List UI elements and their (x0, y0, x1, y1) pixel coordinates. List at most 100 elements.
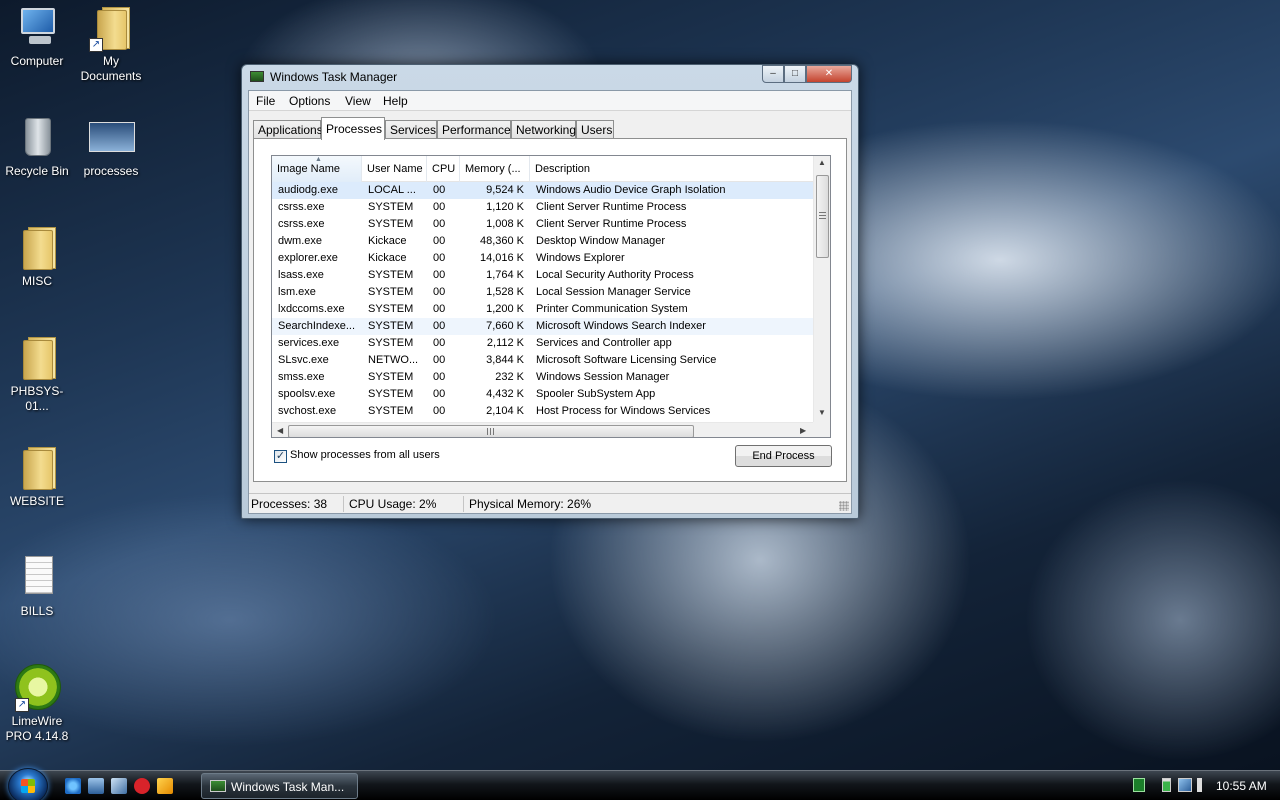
tab-networking[interactable]: Networking (511, 120, 576, 139)
cell-user: SYSTEM (368, 405, 414, 417)
cell-cpu: 00 (433, 320, 446, 332)
desktop-icon-bills[interactable]: BILLS (0, 554, 74, 619)
table-row[interactable]: csrss.exe SYSTEM 00 1,008 K Client Server Ru… (272, 216, 813, 233)
cell-image: smss.exe (278, 371, 325, 383)
desktop-icon-recycle-bin[interactable]: Recycle Bin (0, 114, 74, 179)
cell-user: SYSTEM (368, 286, 414, 298)
text-file-icon (25, 556, 53, 594)
scroll-left-icon[interactable]: ◀ (277, 426, 283, 435)
table-row[interactable]: spoolsv.exe SYSTEM 00 4,432 K Spooler SubSys… (272, 386, 813, 403)
cell-memory: 1,764 K (486, 269, 524, 281)
task-manager-window[interactable]: Windows Task Manager – □ ✕ File Options … (241, 64, 859, 519)
table-row[interactable]: csrss.exe SYSTEM 00 1,120 K Client Server Ru… (272, 199, 813, 216)
column-label: User Name (367, 163, 423, 175)
column-user-name[interactable]: User Name (362, 156, 427, 182)
tab-performance[interactable]: Performance (437, 120, 511, 139)
show-all-users-label[interactable]: Show processes from all users (290, 449, 440, 461)
table-row[interactable]: explorer.exe Kickace 00 14,016 K Windows Exp… (272, 250, 813, 267)
cell-user: NETWO... (368, 354, 419, 366)
internet-explorer-icon[interactable] (65, 778, 81, 794)
table-row[interactable]: SLsvc.exe NETWO... 00 3,844 K Microsoft Soft… (272, 352, 813, 369)
table-row[interactable]: services.exe SYSTEM 00 2,112 K Services and … (272, 335, 813, 352)
window-client: File Options View Help Applications Proc… (248, 90, 852, 514)
table-row[interactable]: audiodg.exe LOCAL ... 00 9,524 K Windows Aud… (272, 182, 813, 199)
table-row[interactable]: svchost.exe SYSTEM 00 2,104 K Host Process f… (272, 403, 813, 420)
scroll-up-icon[interactable]: ▲ (818, 158, 826, 167)
cell-description: Desktop Window Manager (536, 235, 666, 247)
tab-processes[interactable]: Processes (321, 117, 385, 140)
scroll-down-icon[interactable]: ▼ (818, 408, 826, 417)
network-activity-icon[interactable] (1133, 778, 1145, 792)
table-row[interactable]: lsass.exe SYSTEM 00 1,764 K Local Security A… (272, 267, 813, 284)
process-rows: audiodg.exe LOCAL ... 00 9,524 K Windows Aud… (272, 182, 813, 422)
table-row[interactable]: lxdccoms.exe SYSTEM 00 1,200 K Printer Commu… (272, 301, 813, 318)
desktop-icon-processes[interactable]: processes (74, 114, 148, 179)
taskbar-button-task-manager[interactable]: Windows Task Man... (201, 773, 358, 799)
folder-icon (23, 227, 56, 270)
title-bar[interactable]: Windows Task Manager – □ ✕ (242, 65, 858, 89)
tab-applications[interactable]: Applications (253, 120, 323, 139)
aim-icon[interactable] (134, 778, 150, 794)
cell-image: lsm.exe (278, 286, 316, 298)
volume-icon[interactable] (1197, 778, 1209, 792)
column-cpu[interactable]: CPU (427, 156, 460, 182)
show-all-users-checkbox[interactable]: ✓ (274, 450, 287, 463)
tab-users[interactable]: Users (576, 120, 614, 139)
folder-icon (23, 337, 56, 380)
column-memory[interactable]: Memory (... (460, 156, 530, 182)
cell-user: SYSTEM (368, 371, 414, 383)
cell-cpu: 00 (433, 218, 446, 230)
horizontal-scroll-thumb[interactable] (288, 425, 694, 437)
close-button[interactable]: ✕ (806, 65, 852, 83)
table-row[interactable]: SearchIndexe... SYSTEM 00 7,660 K Microsoft … (272, 318, 813, 335)
desktop-icon-website[interactable]: WEBSITE (0, 444, 74, 509)
cell-memory: 2,112 K (486, 337, 524, 349)
switch-windows-icon[interactable] (111, 778, 127, 794)
column-description[interactable]: Description (530, 156, 813, 182)
start-button[interactable] (8, 768, 48, 800)
cell-description: Windows Audio Device Graph Isolation (536, 184, 726, 196)
horizontal-scrollbar[interactable]: ◀ ▶ (272, 422, 813, 437)
show-desktop-icon[interactable] (88, 778, 104, 794)
network-icon[interactable] (1178, 778, 1192, 792)
desktop-icon-label: LimeWire PRO 4.14.8 (5, 714, 69, 743)
column-label: Image Name (277, 163, 340, 175)
desktop-icon-limewire[interactable]: ↗ LimeWire PRO 4.14.8 (0, 664, 74, 744)
menu-file[interactable]: File (256, 94, 275, 108)
menu-help[interactable]: Help (383, 94, 408, 108)
tab-services[interactable]: Services (385, 120, 437, 139)
status-physical-memory: Physical Memory: 26% (469, 497, 592, 511)
cell-memory: 7,660 K (486, 320, 524, 332)
table-row[interactable]: lsm.exe SYSTEM 00 1,528 K Local Session Mana… (272, 284, 813, 301)
desktop-icon-misc[interactable]: MISC (0, 224, 74, 289)
vertical-scroll-thumb[interactable] (816, 175, 829, 258)
menu-view[interactable]: View (345, 94, 371, 108)
battery-icon[interactable] (1162, 778, 1171, 792)
cell-description: Microsoft Software Licensing Service (536, 354, 717, 366)
desktop-icon-my-documents[interactable]: ↗ My Documents (74, 4, 148, 84)
end-process-button[interactable]: End Process (735, 445, 832, 467)
taskbar-clock[interactable]: 10:55 AM (1216, 779, 1267, 793)
resize-grip[interactable] (839, 501, 849, 511)
desktop-icon-label: MISC (22, 274, 52, 288)
menu-options[interactable]: Options (289, 94, 330, 108)
scroll-right-icon[interactable]: ▶ (800, 426, 806, 435)
cell-cpu: 00 (433, 354, 446, 366)
maximize-button[interactable]: □ (784, 65, 806, 83)
desktop-icon-computer[interactable]: Computer (0, 4, 74, 69)
process-list[interactable]: ▲ Image Name User Name CPU Memory (... D… (271, 155, 831, 438)
cell-image: csrss.exe (278, 201, 325, 213)
desktop-icon-phbsys[interactable]: PHBSYS-01... (0, 334, 74, 414)
vertical-scrollbar[interactable]: ▲ ▼ (813, 156, 830, 422)
table-row[interactable]: dwm.exe Kickace 00 48,360 K Desktop Window M… (272, 233, 813, 250)
table-row[interactable]: smss.exe SYSTEM 00 232 K Windows Session Man… (272, 369, 813, 386)
column-image-name[interactable]: ▲ Image Name (272, 156, 362, 182)
column-label: Description (535, 163, 591, 175)
cell-memory: 1,120 K (486, 201, 524, 213)
media-player-icon[interactable] (157, 778, 173, 794)
minimize-button[interactable]: – (762, 65, 784, 83)
cell-description: Windows Explorer (536, 252, 625, 264)
cell-user: Kickace (368, 235, 407, 247)
desktop-icon-label: WEBSITE (9, 494, 64, 508)
cell-cpu: 00 (433, 184, 446, 196)
